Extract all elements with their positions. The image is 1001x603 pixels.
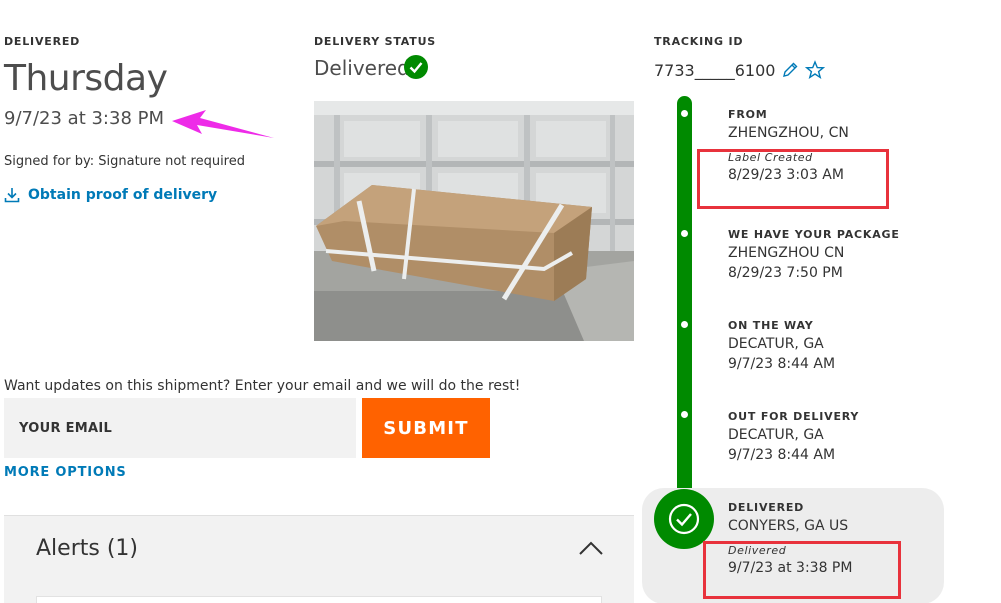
timeline-dot	[681, 321, 688, 328]
star-icon[interactable]	[805, 60, 826, 80]
event-title: ON THE WAY	[728, 319, 814, 332]
alerts-panel: Alerts (1)	[4, 515, 634, 603]
chevron-up-icon[interactable]	[578, 540, 604, 556]
timeline-event-out-for-delivery: OUT FOR DELIVERY DECATUR, GA 9/7/23 8:44…	[728, 410, 859, 463]
event-title: DELIVERED	[728, 501, 805, 514]
event-title: FROM	[728, 108, 768, 121]
timeline-dot	[681, 230, 688, 237]
delivered-label: DELIVERED	[4, 35, 81, 48]
signed-for-text: Signed for by: Signature not required	[4, 154, 245, 169]
pencil-icon[interactable]	[781, 61, 799, 79]
event-location: DECATUR, GA	[728, 427, 824, 443]
delivery-status-value: Delivered	[314, 56, 410, 80]
tracking-number: 7733_____6100	[654, 60, 776, 80]
event-location: DECATUR, GA	[728, 336, 824, 352]
event-location: CONYERS, GA US	[728, 518, 849, 534]
event-location: ZHENGZHOU CN	[728, 245, 845, 261]
package-photo-image	[314, 101, 634, 341]
timeline-dot	[681, 411, 688, 418]
highlight-box	[703, 541, 901, 599]
email-updates-prompt: Want updates on this shipment? Enter you…	[4, 378, 521, 394]
alerts-content	[36, 596, 602, 603]
check-circle-icon	[404, 55, 428, 79]
alerts-title: Alerts (1)	[36, 536, 138, 561]
event-time: 9/7/23 8:44 AM	[728, 447, 836, 463]
tracking-id-label: TRACKING ID	[654, 35, 744, 48]
delivery-status-label: DELIVERY STATUS	[314, 35, 437, 48]
proof-of-delivery-label: Obtain proof of delivery	[28, 187, 218, 203]
check-circle-icon	[668, 503, 700, 535]
annotation-arrow-icon	[172, 110, 274, 138]
proof-of-delivery-link[interactable]: Obtain proof of delivery	[4, 187, 217, 203]
download-icon	[4, 188, 20, 203]
event-location: ZHENGZHOU, CN	[728, 125, 849, 141]
delivery-photo[interactable]	[314, 101, 634, 341]
event-title: WE HAVE YOUR PACKAGE	[728, 228, 900, 241]
event-title: OUT FOR DELIVERY	[728, 410, 860, 423]
more-options-link[interactable]: MORE OPTIONS	[4, 465, 127, 480]
delivery-datetime: 9/7/23 at 3:38 PM	[4, 108, 164, 129]
timeline-event-on-the-way: ON THE WAY DECATUR, GA 9/7/23 8:44 AM	[728, 319, 835, 372]
highlight-box	[697, 149, 889, 209]
timeline-event-package: WE HAVE YOUR PACKAGE ZHENGZHOU CN 8/29/2…	[728, 228, 900, 281]
tracking-id-row: 7733_____6100	[654, 60, 826, 80]
email-input[interactable]	[4, 398, 356, 458]
delivered-marker	[654, 489, 714, 549]
submit-button[interactable]: SUBMIT	[362, 398, 490, 458]
event-time: 8/29/23 7:50 PM	[728, 265, 843, 281]
delivery-day: Thursday	[4, 58, 168, 99]
event-time: 9/7/23 8:44 AM	[728, 356, 836, 372]
timeline-dot	[681, 110, 688, 117]
